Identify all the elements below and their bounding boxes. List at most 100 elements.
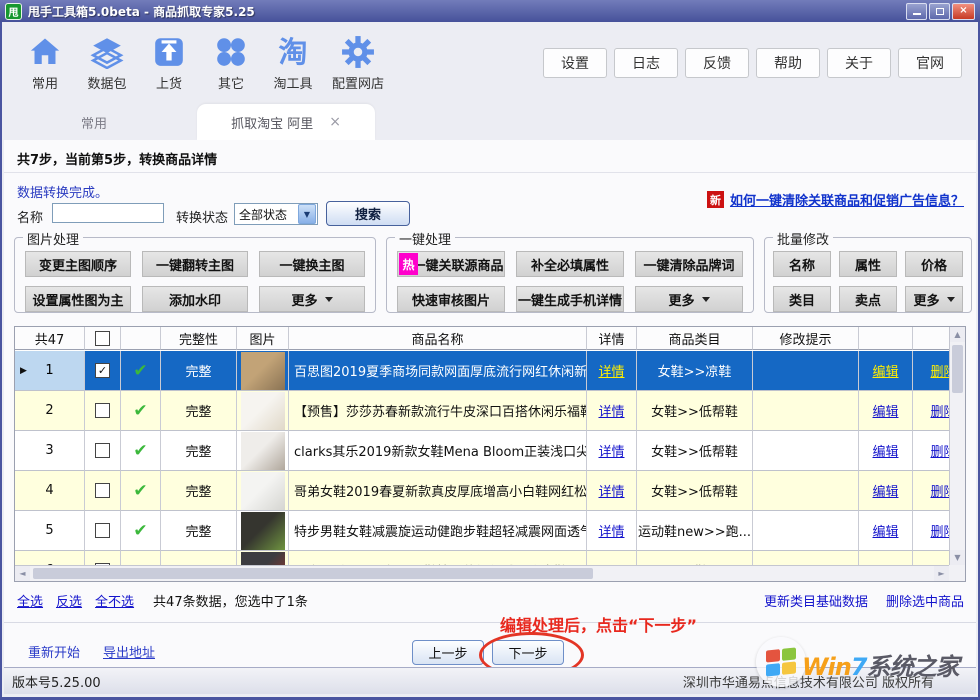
next-step-button[interactable]: 下一步 — [492, 640, 564, 665]
vertical-scroll-thumb[interactable] — [952, 345, 963, 393]
table-row[interactable]: ▶3 ✔ 完整 clarks其乐2019新款女鞋Mena Bloom正装浅口尖头… — [15, 431, 949, 471]
table-row[interactable]: ▶6 ✔ 完整 男士夏季网面透气运动鞋情侣款轻便减震跑步鞋... 详情 运动鞋.… — [15, 551, 949, 565]
settings-button[interactable]: 设置 — [543, 48, 607, 78]
name-filter-input[interactable] — [52, 203, 164, 223]
row-checkbox[interactable] — [95, 483, 110, 498]
product-name: 哥弟女鞋2019春夏新款真皮厚底增高小白鞋网红松糕休闲板鞋... — [289, 471, 587, 511]
delete-link[interactable]: 删除 — [930, 361, 949, 380]
toolbar-item-taotools[interactable]: 淘 淘工具 — [270, 34, 316, 92]
fill-required-attrs-button[interactable]: 补全必填属性 — [516, 251, 624, 277]
add-watermark-button[interactable]: 添加水印 — [142, 286, 248, 312]
group-batch-edit: 批量修改 名称 属性 价格 类目 卖点 更多 — [764, 237, 972, 313]
help-clear-promo-link[interactable]: 如何一键清除关联商品和促销广告信息？ — [730, 190, 964, 209]
update-category-data-link[interactable]: 更新类目基础数据 — [764, 591, 868, 610]
generate-mobile-detail-button[interactable]: 一键生成手机详情 — [516, 286, 624, 312]
header-checkbox[interactable] — [95, 331, 110, 346]
batch-category-button[interactable]: 类目 — [773, 286, 831, 312]
one-click-more-button[interactable]: 更多 — [635, 286, 743, 312]
scroll-left-icon[interactable]: ◄ — [15, 566, 30, 581]
batch-name-button[interactable]: 名称 — [773, 251, 831, 277]
delete-link[interactable]: 删除 — [930, 521, 949, 540]
close-icon[interactable]: × — [952, 3, 975, 20]
select-none-link[interactable]: 全不选 — [95, 591, 134, 610]
log-button[interactable]: 日志 — [614, 48, 678, 78]
quick-review-images-button[interactable]: 快速审核图片 — [397, 286, 505, 312]
toolbar-item-upload[interactable]: 上货 — [146, 34, 192, 92]
toolbar-item-shop-config[interactable]: 配置网店 — [332, 34, 384, 92]
modify-hint — [753, 551, 859, 565]
chevron-down-icon[interactable]: ▼ — [298, 204, 316, 224]
upload-box-icon — [152, 34, 186, 70]
delete-link[interactable]: 删除 — [930, 481, 949, 500]
minimize-icon[interactable] — [906, 3, 927, 20]
horizontal-scrollbar[interactable]: ◄ ► — [15, 565, 949, 581]
link-source-product-button[interactable]: 热一键关联源商品 — [397, 251, 505, 277]
horizontal-scroll-thumb[interactable] — [33, 568, 593, 579]
edit-link[interactable]: 编辑 — [872, 441, 898, 460]
row-delete-cell: 删除 — [913, 431, 949, 471]
scroll-down-icon[interactable]: ▼ — [950, 550, 965, 565]
scroll-right-icon[interactable]: ► — [934, 566, 949, 581]
tab-close-icon[interactable]: × — [329, 114, 341, 130]
tab-common[interactable]: 常用 — [24, 104, 164, 140]
search-button[interactable]: 搜索 — [326, 201, 410, 226]
table-row[interactable]: ▶1 ✓ ✔ 完整 百思图2019夏季商场同款网面厚底流行网红休闲新款女凉鞋ZC… — [15, 351, 949, 391]
prev-step-button[interactable]: 上一步 — [412, 640, 484, 665]
toolbar-item-datapack[interactable]: 数据包 — [84, 34, 130, 92]
row-image-cell — [237, 351, 289, 391]
row-checkbox[interactable] — [95, 523, 110, 538]
feedback-button[interactable]: 反馈 — [685, 48, 749, 78]
help-button[interactable]: 帮助 — [756, 48, 820, 78]
edit-link[interactable]: 编辑 — [872, 521, 898, 540]
edit-link[interactable]: 编辑 — [872, 401, 898, 420]
layers-icon — [90, 34, 124, 70]
tab-grab-taobao[interactable]: 抓取淘宝 阿里 × — [197, 104, 375, 140]
row-checkbox[interactable]: ✓ — [95, 363, 110, 378]
row-checkbox[interactable] — [95, 443, 110, 458]
delete-selected-link[interactable]: 删除选中商品 — [886, 591, 964, 610]
flip-main-image-button[interactable]: 一键翻转主图 — [142, 251, 248, 277]
restart-link[interactable]: 重新开始 — [28, 642, 80, 661]
toolbar-item-home[interactable]: 常用 — [22, 34, 68, 92]
delete-link[interactable]: 删除 — [930, 401, 949, 420]
scroll-up-icon[interactable]: ▲ — [950, 327, 965, 342]
batch-price-button[interactable]: 价格 — [905, 251, 963, 277]
row-checkbox[interactable] — [95, 403, 110, 418]
vertical-scrollbar[interactable]: ▲ ▼ — [949, 327, 965, 565]
replace-main-image-button[interactable]: 一键换主图 — [259, 251, 365, 277]
select-all-link[interactable]: 全选 — [17, 591, 43, 610]
detail-link[interactable]: 详情 — [598, 441, 624, 460]
invert-selection-link[interactable]: 反选 — [56, 591, 82, 610]
detail-link[interactable]: 详情 — [598, 481, 624, 500]
official-site-button[interactable]: 官网 — [898, 48, 962, 78]
convert-status-select[interactable]: 全部状态 ▼ — [234, 203, 318, 225]
about-button[interactable]: 关于 — [827, 48, 891, 78]
batch-more-button[interactable]: 更多 — [905, 286, 963, 312]
clear-brand-words-button[interactable]: 一键清除品牌词 — [635, 251, 743, 277]
detail-link[interactable]: 详情 — [598, 521, 624, 540]
image-more-button[interactable]: 更多 — [259, 286, 365, 312]
table-row[interactable]: ▶5 ✔ 完整 特步男鞋女鞋减震旋运动健跑步鞋超轻减震网面透气专业训练... 详… — [15, 511, 949, 551]
detail-link[interactable]: 详情 — [598, 361, 624, 380]
table-row[interactable]: ▶2 ✔ 完整 【预售】莎莎苏春新款流行牛皮深口百搭休闲乐福鞋网红平底... 详… — [15, 391, 949, 431]
set-attr-image-main-button[interactable]: 设置属性图为主 — [25, 286, 131, 312]
complete-check-icon: ✔ — [133, 441, 147, 461]
maximize-icon[interactable] — [929, 3, 950, 20]
modify-hint — [753, 511, 859, 551]
row-detail-cell: 详情 — [587, 431, 637, 471]
change-main-image-order-button[interactable]: 变更主图顺序 — [25, 251, 131, 277]
export-address-link[interactable]: 导出地址 — [103, 642, 155, 661]
dropdown-caret-icon — [325, 297, 333, 302]
batch-sellpoint-button[interactable]: 卖点 — [839, 286, 897, 312]
row-checkbox-cell — [85, 471, 121, 511]
edit-link[interactable]: 编辑 — [872, 361, 898, 380]
content-panel: 共7步，当前第5步，转换商品详情 数据转换完成。 名称 转换状态 全部状态 ▼ … — [4, 140, 976, 667]
row-status-cell: ✔ — [121, 391, 161, 431]
modify-hint — [753, 351, 859, 391]
table-row[interactable]: ▶4 ✔ 完整 哥弟女鞋2019春夏新款真皮厚底增高小白鞋网红松糕休闲板鞋...… — [15, 471, 949, 511]
delete-link[interactable]: 删除 — [930, 441, 949, 460]
detail-link[interactable]: 详情 — [598, 401, 624, 420]
edit-link[interactable]: 编辑 — [872, 481, 898, 500]
batch-attr-button[interactable]: 属性 — [839, 251, 897, 277]
toolbar-item-other[interactable]: 其它 — [208, 34, 254, 92]
